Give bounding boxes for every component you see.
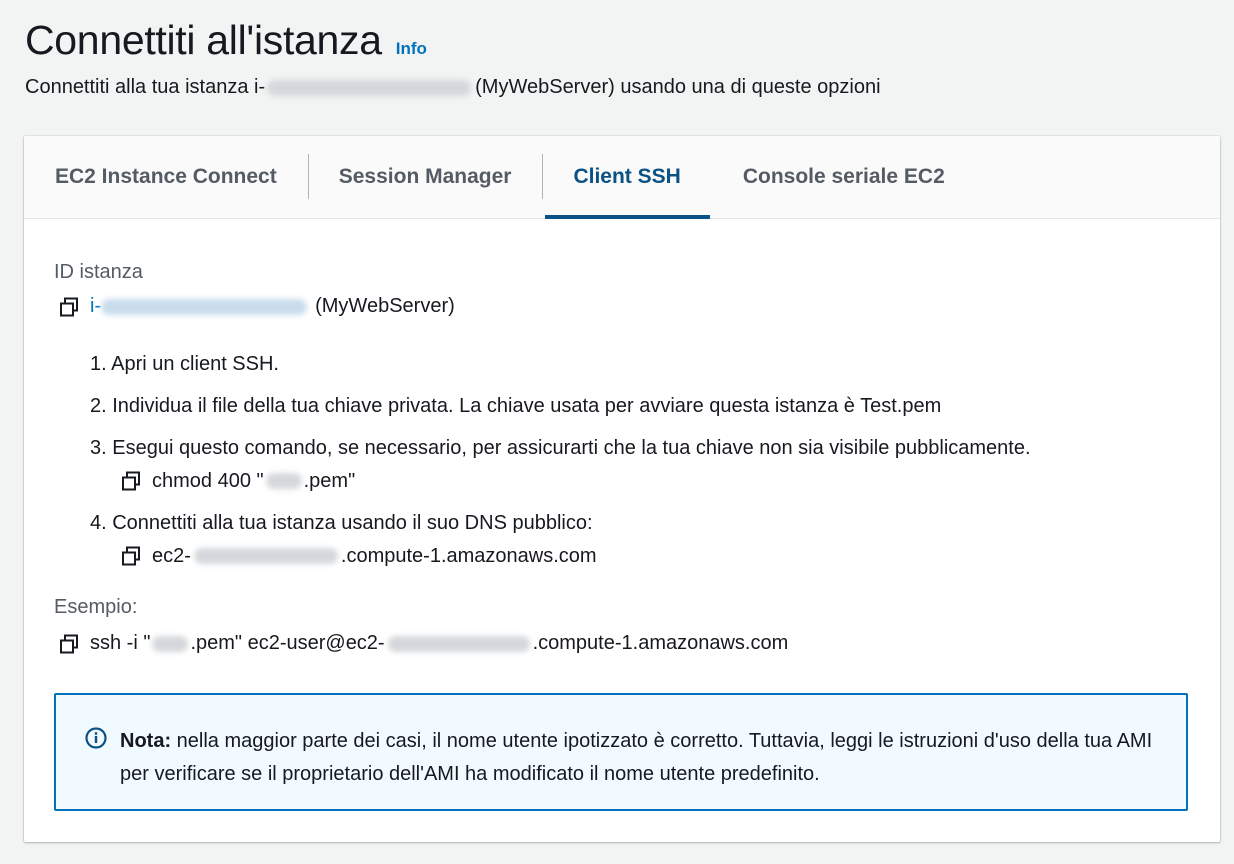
tab-ec2-instance-connect[interactable]: EC2 Instance Connect [24,136,308,218]
dns-suffix: .compute-1.amazonaws.com [340,545,597,567]
tab-content-client-ssh: ID istanza i- (MyWebServer) 1. Apri un c… [24,219,1220,655]
public-dns: ec2- .compute-1.amazonaws.com [120,544,1190,568]
example-middle: .pem" ec2-user@ec2- [190,632,385,654]
info-icon [85,727,107,749]
connect-panel: EC2 Instance Connect Session Manager Cli… [24,136,1220,842]
chmod-command: chmod 400 " .pem" [120,469,1190,493]
copy-icon[interactable] [120,470,142,492]
tab-session-manager[interactable]: Session Manager [307,136,543,218]
instance-id-row: i- (MyWebServer) [58,295,1190,318]
tab-bar: EC2 Instance Connect Session Manager Cli… [24,136,1220,219]
subtitle-prefix: Connettiti alla tua istanza i- [25,76,266,98]
copy-icon[interactable] [58,296,80,318]
step-4-text: 4. Connettiti alla tua istanza usando il… [90,512,593,534]
instance-id-label: ID istanza [54,261,143,283]
redacted-ip [193,548,338,564]
step-3: 3. Esegui questo comando, se necessario,… [90,436,1190,493]
step-1: 1. Apri un client SSH. [90,353,279,375]
steps-list: 1. Apri un client SSH. 2. Individua il f… [54,352,1190,568]
instance-id-link[interactable]: i- [90,295,101,318]
info-link[interactable]: Info [396,39,427,59]
example-prefix: ssh -i " [90,632,151,654]
page-header: Connettiti all'istanza Info Connettiti a… [25,14,1214,99]
step-4: 4. Connettiti alla tua istanza usando il… [90,511,1190,568]
redacted-ip [387,635,530,652]
redacted-instance-id [101,298,308,315]
redacted-key-name [152,635,189,652]
step-2: 2. Individua il file della tua chiave pr… [90,395,942,417]
info-note: Nota: nella maggior parte dei casi, il n… [54,693,1188,811]
chmod-suffix: .pem" [303,470,356,492]
example-command: ssh -i " .pem" ec2-user@ec2- .compute-1.… [58,632,1190,655]
dns-prefix: ec2- [152,545,191,567]
redacted-instance-id [267,79,472,96]
example-suffix: .compute-1.amazonaws.com [532,632,789,654]
chmod-prefix: chmod 400 " [152,470,264,492]
tab-console-seriale-ec2[interactable]: Console seriale EC2 [712,136,976,218]
note-bold-label: Nota: [120,730,172,752]
redacted-key-name [265,473,302,489]
copy-icon[interactable] [120,545,142,567]
example-section: Esempio: ssh -i " .pem" ec2-user@ec2- .c… [54,596,1190,655]
note-body: nella maggior parte dei casi, il nome ut… [120,730,1153,785]
copy-icon[interactable] [58,633,80,655]
page-subtitle: Connettiti alla tua istanza i- (MyWebSer… [25,76,1214,99]
title-row: Connettiti all'istanza Info [25,14,1214,66]
example-label: Esempio: [54,596,138,618]
subtitle-suffix: (MyWebServer) usando una di queste opzio… [475,76,881,98]
step-3-text: 3. Esegui questo comando, se necessario,… [90,437,1031,459]
note-text: Nota: nella maggior parte dei casi, il n… [120,725,1156,791]
page-title: Connettiti all'istanza [25,17,382,63]
tab-client-ssh[interactable]: Client SSH [542,136,711,219]
instance-name: (MyWebServer) [315,295,455,317]
